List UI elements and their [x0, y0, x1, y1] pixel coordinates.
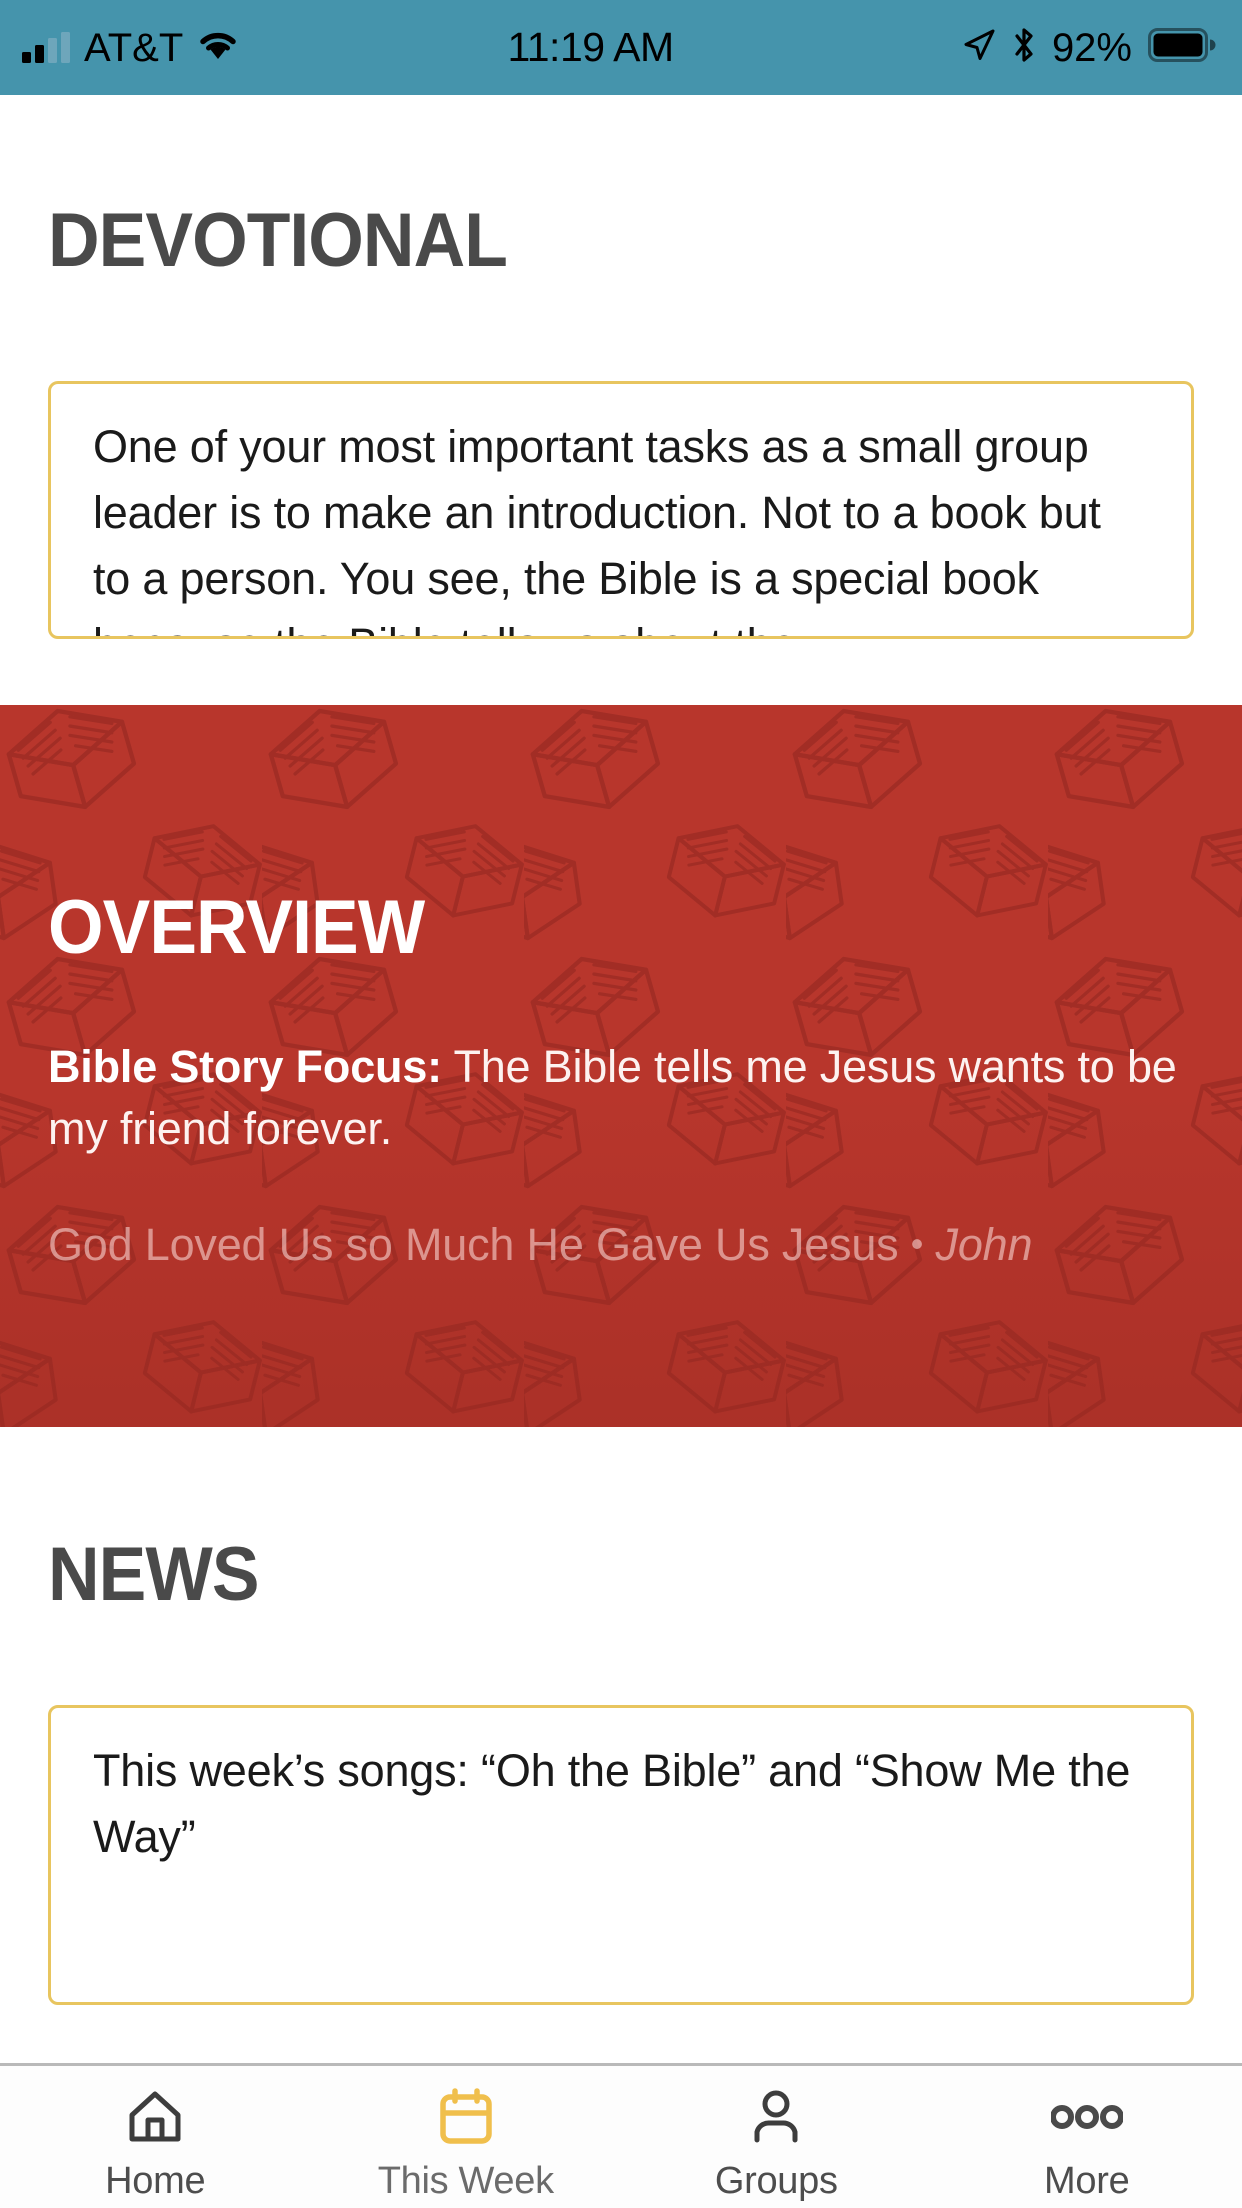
status-bar-left: AT&T [22, 28, 239, 68]
home-icon [126, 2088, 184, 2146]
bible-story-focus-label: Bible Story Focus: [48, 1041, 442, 1093]
devotional-body-text: One of your most important tasks as a sm… [93, 421, 1101, 636]
person-icon [747, 2088, 805, 2146]
status-bar-right: 92% [962, 27, 1216, 68]
tab-home-label: Home [105, 2160, 206, 2202]
battery-icon [1148, 28, 1216, 67]
overview-content: OVERVIEW Bible Story Focus: The Bible te… [0, 768, 1242, 1275]
tab-groups[interactable]: Groups [621, 2066, 932, 2208]
devotional-section-title: DEVOTIONAL [48, 198, 508, 283]
tab-home[interactable]: Home [0, 2066, 311, 2208]
news-section-title: NEWS [48, 1532, 259, 1617]
overview-section-title: OVERVIEW [48, 885, 425, 971]
carrier-label: AT&T [84, 25, 184, 70]
status-bar: AT&T 11:19 AM 92% [0, 0, 1242, 95]
calendar-icon [438, 2088, 494, 2146]
passage-title: God Loved Us so Much He Gave Us Jesus [48, 1219, 899, 1271]
battery-percent-label: 92% [1051, 25, 1132, 70]
passage-reference: John [935, 1219, 1033, 1271]
passage-line: God Loved Us so Much He Gave Us Jesus • … [48, 1214, 1194, 1275]
tab-this-week-label: This Week [377, 2160, 554, 2202]
clock-label: 11:19 AM [507, 24, 675, 70]
tab-this-week[interactable]: This Week [311, 2066, 622, 2208]
wifi-icon [197, 29, 239, 66]
devotional-card[interactable]: One of your most important tasks as a sm… [48, 381, 1194, 639]
bottom-tab-bar: Home This Week Groups More [0, 2063, 1242, 2208]
overview-section[interactable]: OVERVIEW Bible Story Focus: The Bible te… [0, 705, 1242, 1427]
passage-separator: • [910, 1223, 924, 1265]
tab-more[interactable]: More [932, 2066, 1242, 2208]
status-bar-center: 11:19 AM [239, 24, 962, 71]
news-body-text: This week’s songs: “Oh the Bible” and “S… [93, 1745, 1131, 1862]
scroll-content[interactable]: DEVOTIONAL One of your most important ta… [0, 95, 1242, 2063]
signal-bars-icon [22, 31, 70, 63]
tab-groups-label: Groups [714, 2160, 838, 2202]
tab-more-label: More [1044, 2160, 1130, 2202]
news-card[interactable]: This week’s songs: “Oh the Bible” and “S… [48, 1705, 1194, 2005]
bible-story-focus: Bible Story Focus: The Bible tells me Je… [48, 1036, 1194, 1160]
bluetooth-icon [1012, 27, 1036, 68]
location-arrow-icon [962, 28, 996, 67]
ellipsis-icon [1050, 2088, 1123, 2146]
